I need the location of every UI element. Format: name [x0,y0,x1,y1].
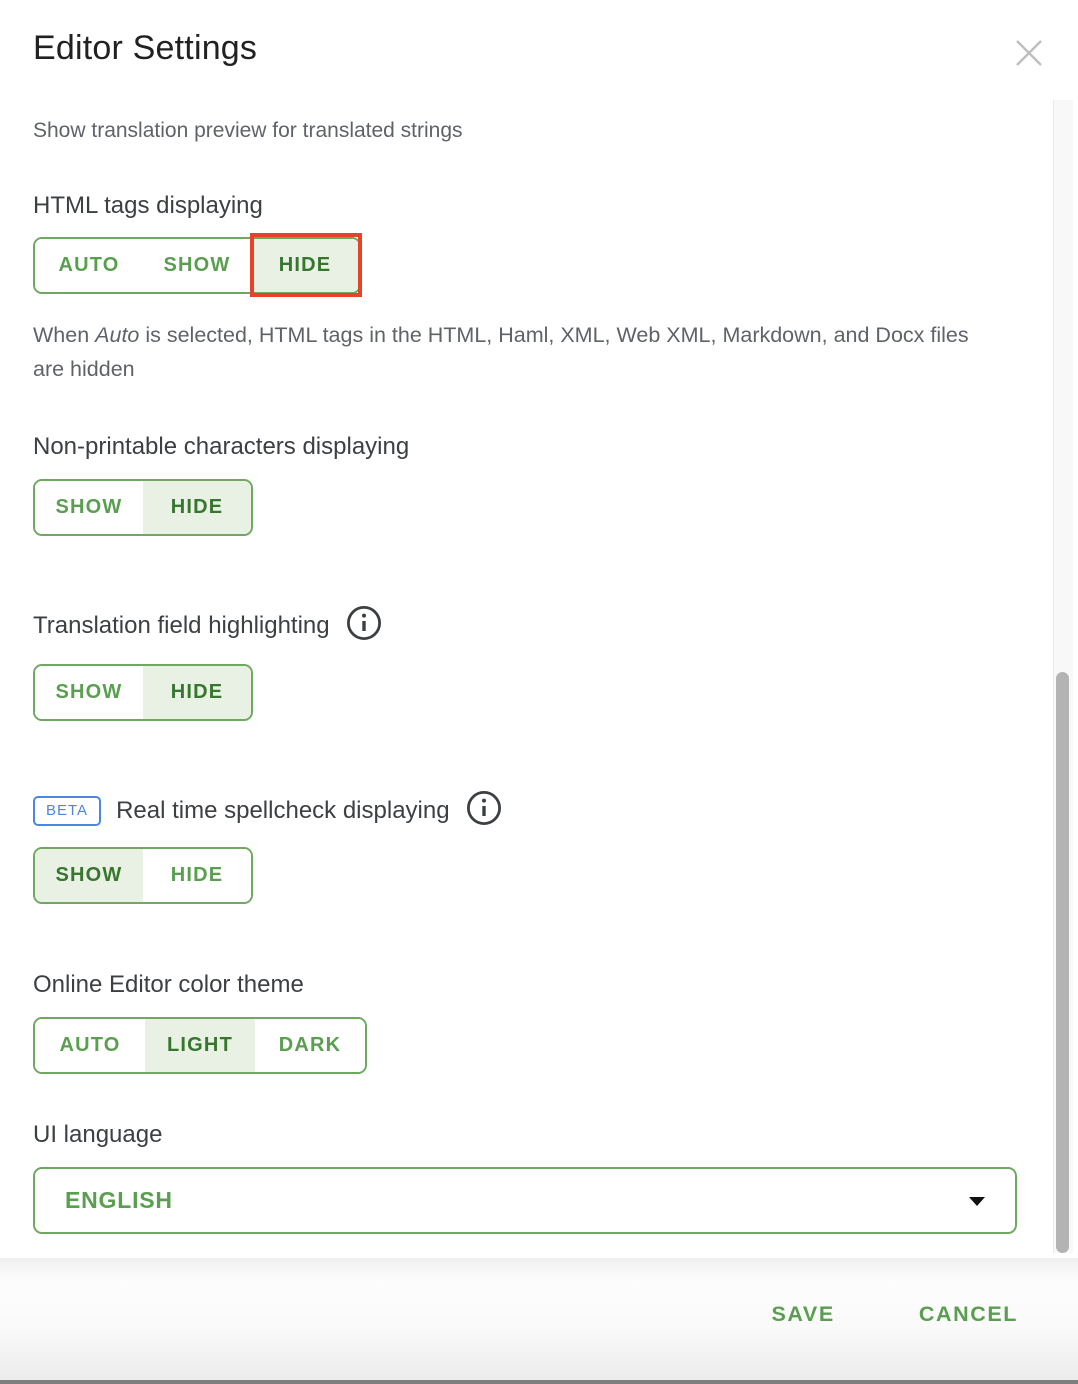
html-tags-toggle-group: AUTO SHOW HIDE [33,237,361,294]
color-theme-option-dark[interactable]: DARK [255,1019,365,1072]
spellcheck-option-hide[interactable]: HIDE [143,849,251,902]
ui-language-value: ENGLISH [65,1187,173,1214]
section-label-color-theme: Online Editor color theme [33,970,993,1000]
scrollbar-thumb[interactable] [1056,672,1069,1253]
html-tags-toggle-row: AUTO SHOW HIDE [33,237,361,294]
close-icon [1009,61,1049,76]
section-label-field-highlighting: Translation field highlighting [33,611,330,641]
section-label-html-tags: HTML tags displaying [33,191,993,221]
dialog-title: Editor Settings [33,28,257,68]
dialog-header: Editor Settings [0,0,1078,100]
section-label-spellcheck: Real time spellcheck displaying [116,796,450,826]
ui-language-select[interactable]: ENGLISH [33,1167,1017,1234]
non-printable-toggle-group: SHOW HIDE [33,479,253,536]
field-highlighting-toggle-row: SHOW HIDE [33,664,253,721]
dialog-footer: SAVE CANCEL [0,1258,1078,1384]
color-theme-option-auto[interactable]: AUTO [35,1019,145,1072]
save-button[interactable]: SAVE [771,1302,834,1327]
field-highlighting-toggle-group: SHOW HIDE [33,664,253,721]
section-label-non-printable: Non-printable characters displaying [33,432,993,462]
description-emphasis: Auto [95,323,139,347]
cancel-button[interactable]: CANCEL [919,1302,1018,1327]
field-highlighting-option-hide[interactable]: HIDE [143,666,251,719]
html-tags-option-auto[interactable]: AUTO [35,239,143,292]
description-text: When [33,323,95,347]
color-theme-toggle-row: AUTO LIGHT DARK [33,1017,367,1074]
section-row-field-highlighting: Translation field highlighting [33,604,993,647]
color-theme-option-light[interactable]: LIGHT [145,1019,255,1072]
html-tags-option-hide[interactable]: HIDE [251,239,359,292]
settings-content: Show translation preview for translated … [0,100,1053,1234]
beta-badge: BETA [33,796,101,826]
caret-down-icon [969,1197,985,1206]
section-label-ui-language: UI language [33,1120,993,1150]
html-tags-description: When Auto is selected, HTML tags in the … [33,318,993,386]
spellcheck-toggle-row: SHOW HIDE [33,847,253,904]
html-tags-option-show[interactable]: SHOW [143,239,251,292]
non-printable-option-show[interactable]: SHOW [35,481,143,534]
info-icon[interactable] [465,789,503,832]
translation-preview-note: Show translation preview for translated … [33,117,993,145]
non-printable-option-hide[interactable]: HIDE [143,481,251,534]
non-printable-toggle-row: SHOW HIDE [33,479,253,536]
field-highlighting-option-show[interactable]: SHOW [35,666,143,719]
spellcheck-toggle-group: SHOW HIDE [33,847,253,904]
info-icon[interactable] [345,604,383,647]
description-text: is selected, HTML tags in the HTML, Haml… [33,323,969,381]
color-theme-toggle-group: AUTO LIGHT DARK [33,1017,367,1074]
close-button[interactable] [1009,33,1049,73]
spellcheck-option-show[interactable]: SHOW [35,849,143,902]
section-row-spellcheck: BETA Real time spellcheck displaying [33,789,993,832]
